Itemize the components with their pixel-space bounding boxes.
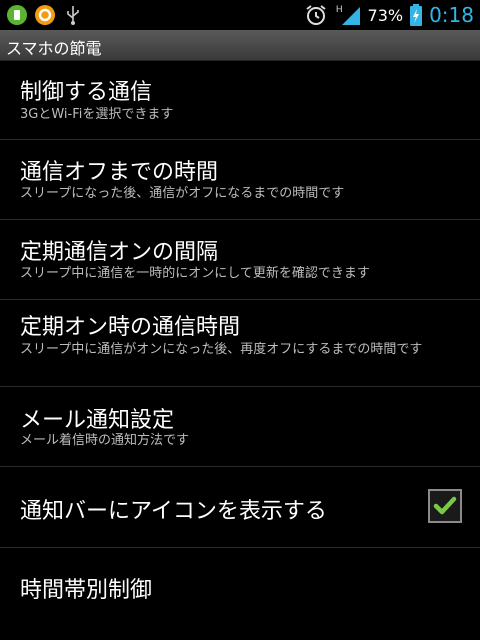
title-bar: スマホの節電	[0, 30, 480, 61]
status-bar-notifications	[6, 4, 84, 26]
setting-summary: メール着信時の通知方法です	[20, 433, 190, 448]
setting-item-show-notification-icon[interactable]: 通知バーにアイコンを表示する	[0, 467, 480, 548]
setting-item-periodic-duration[interactable]: 定期オン時の通信時間 スリープ中に通信がオンになった後、再度オフにするまでの時間…	[0, 300, 480, 387]
notification-icon-checkbox[interactable]	[428, 489, 462, 523]
status-bar: H 73% 0:18	[0, 0, 480, 30]
setting-title: 通知バーにアイコンを表示する	[20, 499, 327, 524]
checkmark-icon	[433, 496, 457, 515]
setting-summary: 3GとWi-Fiを選択できます	[20, 107, 174, 122]
setting-item-mail-notification[interactable]: メール通知設定 メール着信時の通知方法です	[0, 387, 480, 467]
setting-item-controlled-communication[interactable]: 制御する通信 3GとWi-Fiを選択できます	[0, 61, 480, 140]
network-type-label: H	[336, 4, 343, 14]
signal-icon: H	[336, 4, 360, 25]
setting-summary: スリープ中に通信がオンになった後、再度オフにするまでの時間です	[20, 342, 423, 357]
orange-app-icon	[35, 5, 55, 25]
setting-item-time-based-control[interactable]: 時間帯別制御	[0, 548, 480, 630]
setting-summary: スリープになった後、通信がオフになるまでの時間です	[20, 186, 345, 201]
setting-item-periodic-interval[interactable]: 定期通信オンの間隔 スリープ中に通信を一時的にオンにして更新を確認できます	[0, 220, 480, 300]
alarm-icon	[305, 5, 326, 25]
setting-item-time-until-off[interactable]: 通信オフまでの時間 スリープになった後、通信がオフになるまでの時間です	[0, 140, 480, 220]
clock: 0:18	[429, 3, 474, 27]
setting-summary: スリープ中に通信を一時的にオンにして更新を確認できます	[20, 266, 370, 281]
app-title: スマホの節電	[6, 39, 102, 58]
setting-title: 定期オン時の通信時間	[20, 315, 241, 340]
setting-title: 制御する通信	[20, 80, 153, 105]
status-bar-system: H 73% 0:18	[304, 3, 474, 27]
setting-title: 通信オフまでの時間	[20, 160, 219, 185]
battery-percent: 73%	[367, 5, 404, 25]
settings-list: 制御する通信 3GとWi-Fiを選択できます 通信オフまでの時間 スリープになっ…	[0, 61, 480, 630]
setting-title: 時間帯別制御	[20, 578, 153, 603]
battery-icon	[410, 4, 423, 26]
usb-icon	[67, 6, 79, 25]
green-app-icon	[7, 5, 27, 25]
setting-title: 定期通信オンの間隔	[20, 240, 219, 265]
setting-title: メール通知設定	[20, 408, 175, 433]
